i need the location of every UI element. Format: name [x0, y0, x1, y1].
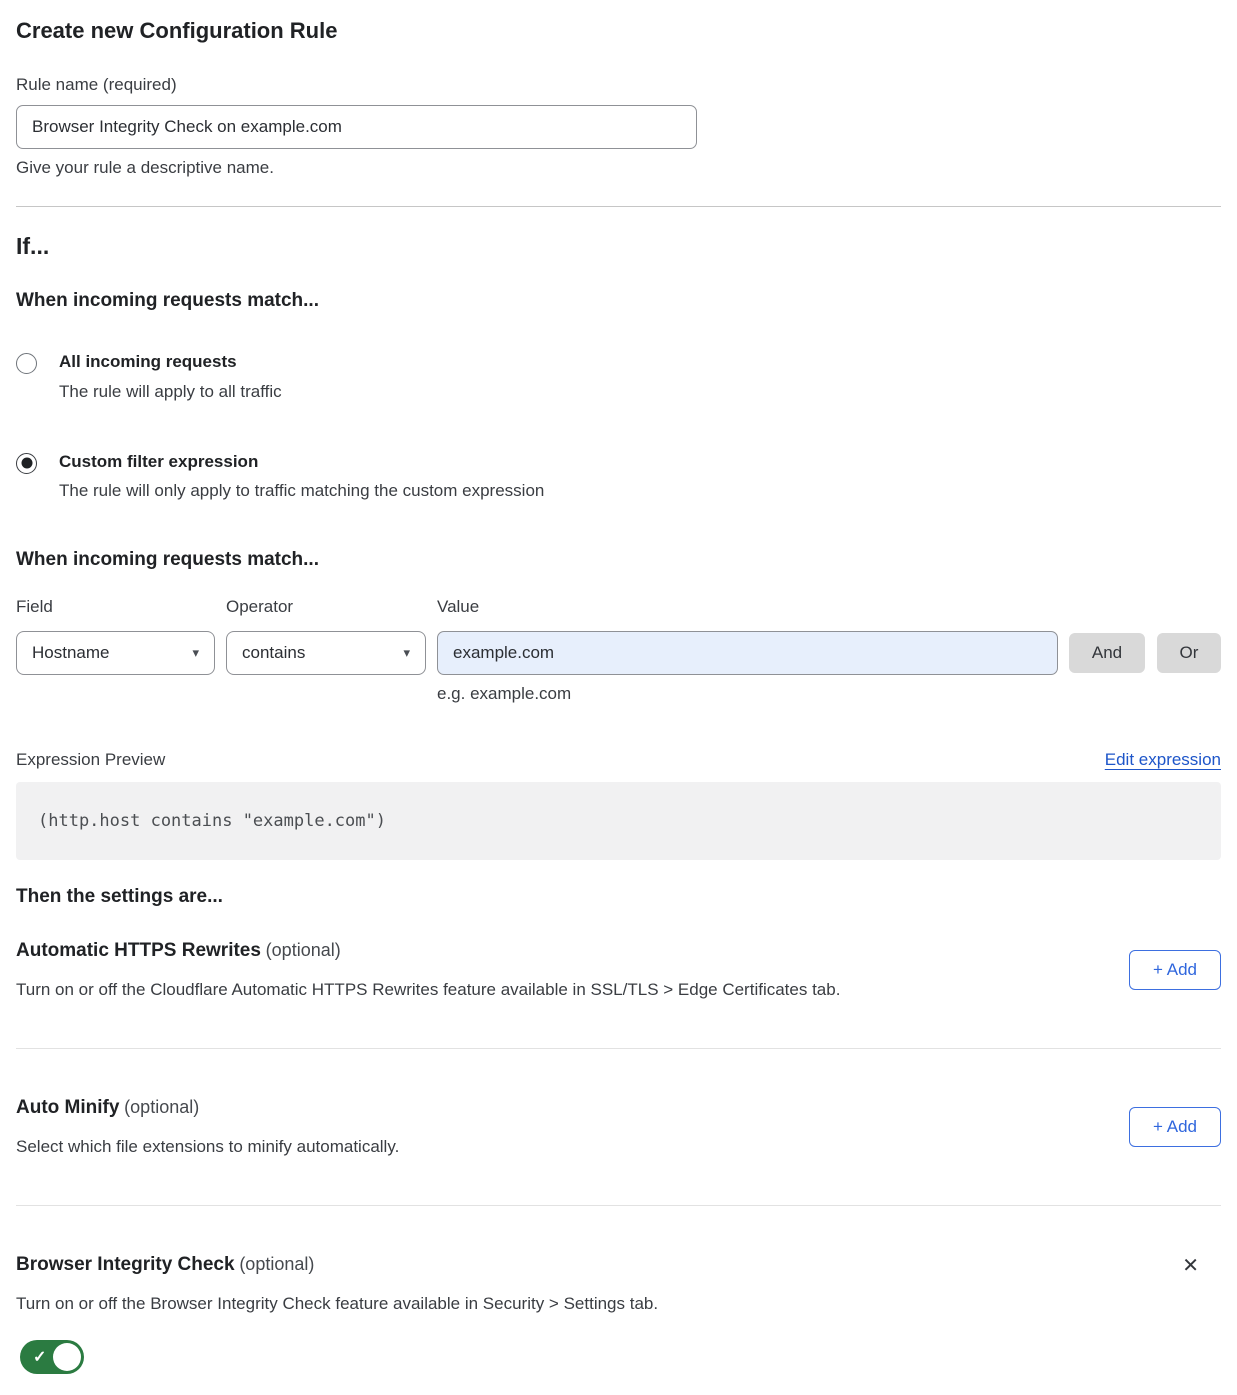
- setting-row-automatic-https-rewrites: Automatic HTTPS Rewrites (optional) Turn…: [16, 940, 1221, 1000]
- radio-option-0[interactable]: All incoming requests The rule will appl…: [16, 352, 1221, 402]
- setting-optional-tag: (optional): [124, 1097, 199, 1117]
- radio-option-1[interactable]: Custom filter expression The rule will o…: [16, 452, 1221, 502]
- expression-preview-label: Expression Preview: [16, 750, 165, 770]
- close-icon[interactable]: ✕: [1182, 1256, 1199, 1276]
- rule-name-input[interactable]: [16, 105, 697, 149]
- setting-title-line: Browser Integrity Check (optional): [16, 1254, 314, 1276]
- or-button[interactable]: Or: [1157, 633, 1221, 673]
- setting-title-line: Automatic HTTPS Rewrites (optional): [16, 940, 1105, 962]
- setting-description: Turn on or off the Cloudflare Automatic …: [16, 980, 1105, 1000]
- value-input[interactable]: [437, 631, 1058, 675]
- setting-description: Select which file extensions to minify a…: [16, 1137, 1105, 1157]
- radio-option-text: All incoming requests The rule will appl…: [59, 352, 282, 402]
- expression-preview-header: Expression Preview Edit expression: [16, 750, 1221, 770]
- setting-text: Auto Minify (optional) Select which file…: [16, 1097, 1105, 1157]
- setting-optional-tag: (optional): [239, 1254, 314, 1274]
- browser-integrity-check-toggle[interactable]: ✓: [20, 1340, 84, 1374]
- chevron-down-icon: ▾: [192, 645, 199, 661]
- setting-text: Automatic HTTPS Rewrites (optional) Turn…: [16, 940, 1105, 1000]
- setting-title: Browser Integrity Check: [16, 1254, 235, 1275]
- if-heading: If...: [16, 233, 1221, 260]
- expression-builder-row: Field Hostname ▾ Operator contains ▾ Val…: [16, 597, 1221, 704]
- setting-title-line: Auto Minify (optional): [16, 1097, 1105, 1119]
- edit-expression-link[interactable]: Edit expression: [1105, 750, 1221, 770]
- radio-button-icon[interactable]: [16, 453, 37, 474]
- radio-option-description: The rule will apply to all traffic: [59, 382, 282, 402]
- active-setting-header: Browser Integrity Check (optional) ✕: [16, 1254, 1221, 1276]
- rule-name-label: Rule name (required): [16, 75, 1221, 95]
- field-label: Field: [16, 597, 215, 617]
- expression-preview-code: (http.host contains "example.com"): [16, 782, 1221, 860]
- settings-heading: Then the settings are...: [16, 886, 1221, 908]
- check-icon: ✓: [33, 1347, 46, 1367]
- rule-name-help: Give your rule a descriptive name.: [16, 158, 1221, 178]
- add-auto-minify-button[interactable]: + Add: [1129, 1107, 1221, 1147]
- value-label: Value: [437, 597, 1058, 617]
- builder-heading: When incoming requests match...: [16, 549, 1221, 571]
- match-heading: When incoming requests match...: [16, 290, 1221, 312]
- setting-row-auto-minify: Auto Minify (optional) Select which file…: [16, 1097, 1221, 1157]
- setting-optional-tag: (optional): [266, 940, 341, 960]
- operator-select-value: contains: [242, 643, 305, 663]
- setting-divider: [16, 1048, 1221, 1049]
- value-help: e.g. example.com: [437, 684, 1058, 704]
- section-divider: [16, 206, 1221, 207]
- expression-code-text: (http.host contains "example.com"): [38, 811, 386, 831]
- setting-row-browser-integrity-check: Browser Integrity Check (optional) ✕ Tur…: [16, 1254, 1221, 1374]
- field-select-value: Hostname: [32, 643, 109, 663]
- operator-label: Operator: [226, 597, 426, 617]
- setting-description: Turn on or off the Browser Integrity Che…: [16, 1294, 1221, 1314]
- rule-name-group: Rule name (required) Give your rule a de…: [16, 75, 1221, 178]
- radio-option-label: Custom filter expression: [59, 452, 544, 472]
- toggle-knob: [53, 1343, 81, 1371]
- radio-option-description: The rule will only apply to traffic matc…: [59, 481, 544, 501]
- setting-title: Auto Minify: [16, 1097, 119, 1118]
- operator-column: Operator contains ▾: [226, 597, 426, 675]
- setting-divider: [16, 1205, 1221, 1206]
- operator-select[interactable]: contains ▾: [226, 631, 426, 675]
- create-configuration-rule-form: Create new Configuration Rule Rule name …: [0, 18, 1237, 1374]
- chevron-down-icon: ▾: [403, 645, 410, 661]
- radio-button-icon[interactable]: [16, 353, 37, 374]
- field-select[interactable]: Hostname ▾: [16, 631, 215, 675]
- setting-title: Automatic HTTPS Rewrites: [16, 940, 261, 961]
- radio-option-label: All incoming requests: [59, 352, 282, 372]
- add-automatic-https-rewrites-button[interactable]: + Add: [1129, 950, 1221, 990]
- value-column: Value e.g. example.com: [437, 597, 1058, 704]
- field-column: Field Hostname ▾: [16, 597, 215, 675]
- and-button[interactable]: And: [1069, 633, 1145, 673]
- page-title: Create new Configuration Rule: [16, 18, 1221, 44]
- radio-option-text: Custom filter expression The rule will o…: [59, 452, 544, 502]
